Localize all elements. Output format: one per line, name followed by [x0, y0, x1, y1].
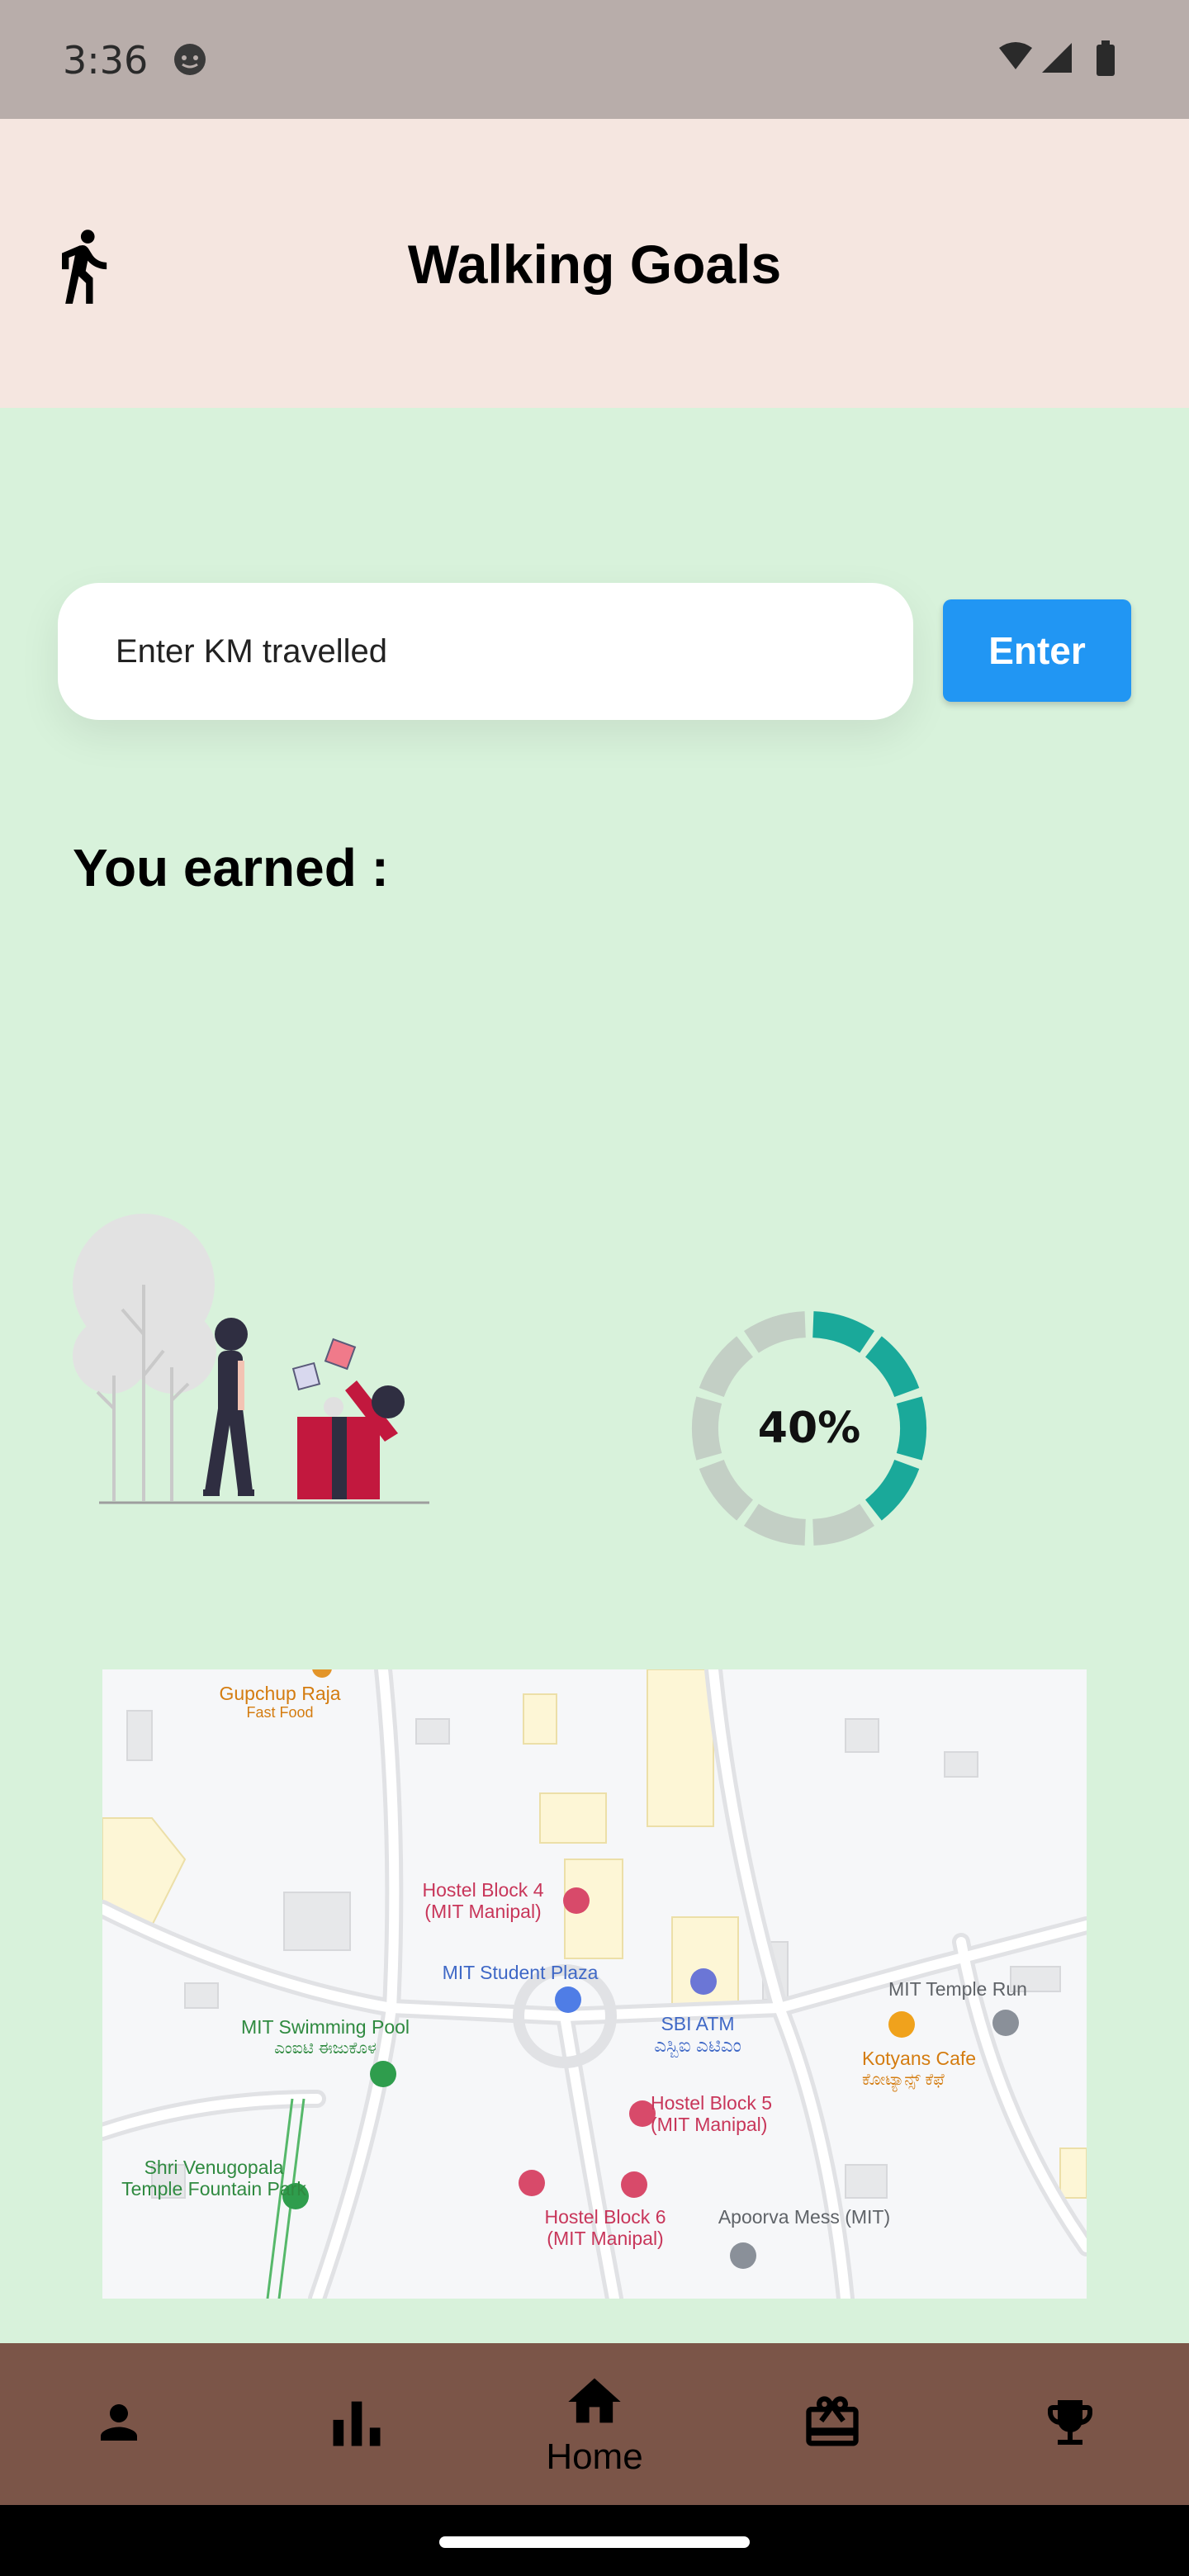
home-gesture-handle[interactable]	[439, 2536, 750, 2548]
trophy-icon	[1048, 2400, 1092, 2445]
km-input[interactable]	[58, 583, 913, 720]
main-content: Enter You earned :	[0, 408, 1189, 2343]
map-poi[interactable]: Shri Venugopala Temple Fountain Park	[111, 2157, 317, 2200]
status-icons	[999, 40, 1115, 76]
nav-profile[interactable]	[53, 2343, 185, 2505]
status-time: 3:36	[63, 38, 149, 83]
page-title: Walking Goals	[407, 234, 782, 295]
map-poi-name: MIT Swimming Pool	[240, 2016, 410, 2038]
map-poi-sub: ಕೋಟ್ಯಾನ್ಸ್ ಕೆಫೆ	[862, 2071, 945, 2089]
map-poi[interactable]: MIT Student Plaza	[421, 1962, 619, 1983]
map-poi-sub: (MIT Manipal)	[424, 1901, 542, 1922]
nav-stats[interactable]	[291, 2343, 423, 2505]
app-bar: Walking Goals	[0, 119, 1189, 408]
map-poi[interactable]: Hostel Block 6 (MIT Manipal)	[535, 2206, 675, 2249]
nav-trophies[interactable]	[1004, 2343, 1136, 2505]
map-poi-name: Kotyans Cafe	[862, 2048, 977, 2069]
map-poi-name: Hostel Block 4	[422, 1879, 544, 1901]
earned-label: You earned :	[73, 838, 389, 897]
signal-icon	[1042, 43, 1072, 73]
nav-rewards[interactable]	[766, 2343, 898, 2505]
map-poi[interactable]: MIT Swimming Pool ಎಂಐಟಿ ಈಜುಕೊಳ	[226, 2016, 424, 2059]
map-poi[interactable]: SBI ATM ಎಸ್ಬಿಐ ಎಟಿಎಂ	[644, 2013, 751, 2056]
gift-card-icon	[806, 2396, 859, 2446]
map-poi-name: Shri Venugopala	[144, 2157, 284, 2178]
map-poi[interactable]: MIT Temple Run	[875, 1978, 1040, 2000]
map-poi-sub: (MIT Manipal)	[651, 2114, 768, 2135]
map-poi[interactable]: Apoorva Mess (MIT)	[705, 2206, 903, 2228]
nav-home[interactable]: Home	[528, 2343, 661, 2505]
map-poi-name: MIT Student Plaza	[442, 1962, 599, 1983]
map-poi-name: Hostel Block 5	[651, 2092, 773, 2114]
map-poi[interactable]: Hostel Block 5 (MIT Manipal)	[651, 2092, 791, 2135]
map-poi-name: Hostel Block 6	[544, 2206, 666, 2228]
map-poi-sub: ಎಂಐಟಿ ಈಜುಕೊಳ	[274, 2039, 377, 2057]
nav-label: Home	[546, 2436, 643, 2477]
enter-button[interactable]: Enter	[943, 599, 1131, 702]
battery-icon	[1097, 45, 1115, 76]
person-icon	[101, 2404, 137, 2441]
map-poi-name: SBI ATM	[661, 2013, 735, 2034]
gift-box	[291, 1338, 405, 1499]
map-poi-name: Gupchup Raja	[219, 1683, 341, 1704]
map-poi-sub: ಎಸ್ಬಿಐ ಎಟಿಎಂ	[654, 2034, 741, 2056]
map-poi-name: MIT Temple Run	[888, 1978, 1027, 2000]
status-bar: 3:36	[0, 0, 1189, 119]
map-poi-sub: (MIT Manipal)	[547, 2228, 664, 2249]
notification-icon	[174, 44, 206, 75]
map-poi[interactable]: Gupchup Raja Fast Food	[218, 1683, 342, 1721]
bottom-nav: Home	[0, 2343, 1189, 2505]
map-poi-sub: Fast Food	[246, 1704, 314, 1721]
bar-chart-icon	[333, 2401, 381, 2446]
wifi-icon	[999, 42, 1032, 69]
home-icon	[568, 2378, 621, 2423]
progress-label: 40%	[757, 1404, 861, 1453]
map-poi-sub: Temple Fountain Park	[121, 2178, 306, 2200]
gift-illustration	[73, 1214, 429, 1504]
map-view[interactable]: Gupchup Raja Fast Food Hostel Block 4 (M…	[102, 1669, 1087, 2299]
map-poi[interactable]: Kotyans Cafe ಕೋಟ್ಯಾನ್ಸ್ ಕೆಫೆ	[862, 2048, 986, 2091]
map-poi-name: Apoorva Mess (MIT)	[718, 2206, 891, 2228]
map-poi[interactable]: Hostel Block 4 (MIT Manipal)	[413, 1879, 553, 1922]
